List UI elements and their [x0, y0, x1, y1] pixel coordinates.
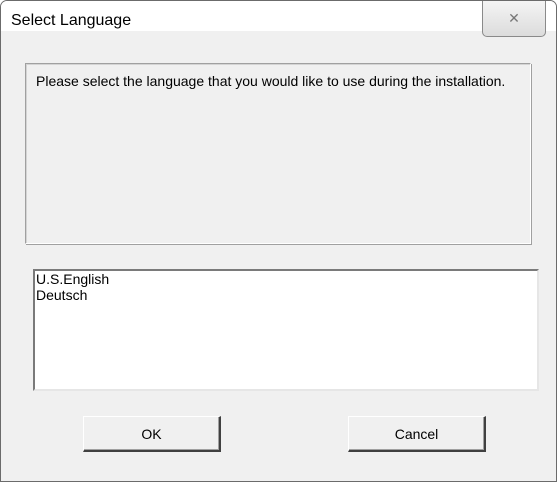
select-language-dialog: Select Language ✕ Please select the lang… [0, 0, 557, 482]
title-bar: Select Language ✕ [1, 1, 556, 37]
list-item-deutsch[interactable]: Deutsch [35, 287, 537, 303]
dialog-title: Select Language [11, 12, 132, 29]
message-text: Please select the language that you woul… [36, 73, 506, 89]
message-panel: Please select the language that you woul… [25, 63, 531, 244]
close-icon: ✕ [508, 10, 520, 26]
language-listbox[interactable]: U.S.English Deutsch [33, 269, 539, 391]
close-button[interactable]: ✕ [482, 1, 546, 37]
list-item-us-english[interactable]: U.S.English [35, 271, 537, 287]
cancel-button[interactable]: Cancel [348, 416, 486, 452]
ok-button[interactable]: OK [83, 416, 221, 452]
cancel-button-label: Cancel [394, 425, 439, 442]
ok-button-label: OK [141, 425, 162, 442]
